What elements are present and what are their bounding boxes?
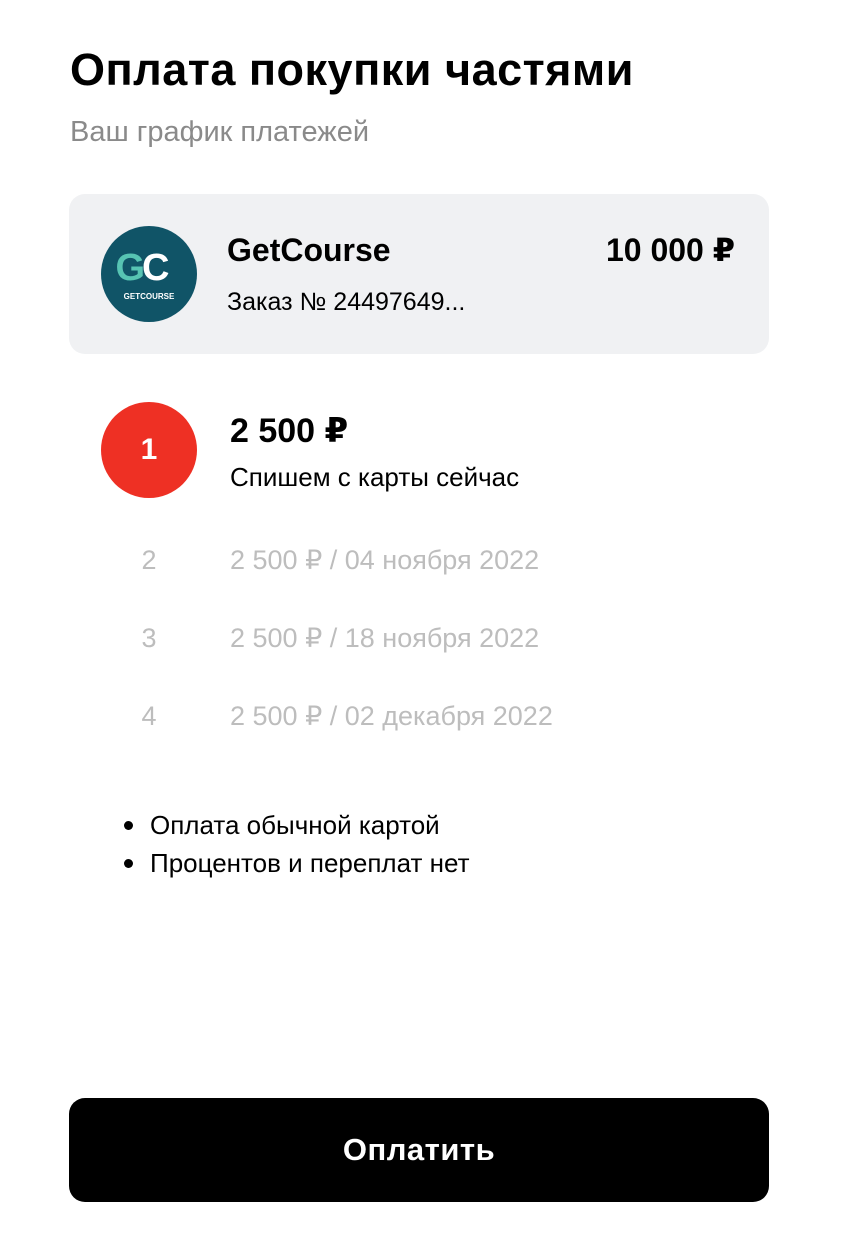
current-payment-description: Спишем с карты сейчас xyxy=(230,462,520,492)
logo-monogram-g: G xyxy=(115,247,145,289)
installment-row: 2 2 500 ₽ / 04 ноября 2022 xyxy=(0,540,843,580)
installment-payment-screen: Оплата покупки частями Ваш график платеж… xyxy=(0,0,843,1238)
installment-row: 4 2 500 ₽ / 02 декабря 2022 xyxy=(0,696,843,736)
logo-wordmark: GETCOURSE xyxy=(124,292,175,301)
installment-details: 2 500 ₽ / 04 ноября 2022 xyxy=(230,545,540,575)
installment-details: 2 500 ₽ / 18 ноября 2022 xyxy=(230,623,540,653)
features-list: Оплата обычной картой Процентов и перепл… xyxy=(122,806,469,882)
installment-number: 2 xyxy=(141,545,157,575)
installment-details: 2 500 ₽ / 02 декабря 2022 xyxy=(230,701,553,731)
logo-monogram-c: C xyxy=(142,247,169,289)
getcourse-logo-graphic: G C GETCOURSE xyxy=(101,226,197,322)
feature-item: Оплата обычной картой xyxy=(122,806,469,844)
installment-number: 3 xyxy=(141,623,157,653)
installment-row: 3 2 500 ₽ / 18 ноября 2022 xyxy=(0,618,843,658)
pay-button[interactable]: Оплатить xyxy=(69,1098,769,1202)
current-payment-amount: 2 500 ₽ xyxy=(230,412,349,450)
order-number: Заказ № 24497649... xyxy=(227,288,466,316)
feature-item: Процентов и переплат нет xyxy=(122,844,469,882)
installment-number: 4 xyxy=(141,701,157,731)
order-total-amount: 10 000 ₽ xyxy=(605,232,735,268)
page-title: Оплата покупки частями xyxy=(70,44,634,95)
getcourse-logo-icon: G C GETCOURSE xyxy=(101,226,197,322)
merchant-name: GetCourse xyxy=(227,232,391,268)
page-subtitle: Ваш график платежей xyxy=(70,116,370,148)
current-payment-number-badge: 1 xyxy=(101,402,197,498)
merchant-card: G C GETCOURSE GetCourse Заказ № 24497649… xyxy=(69,194,769,354)
